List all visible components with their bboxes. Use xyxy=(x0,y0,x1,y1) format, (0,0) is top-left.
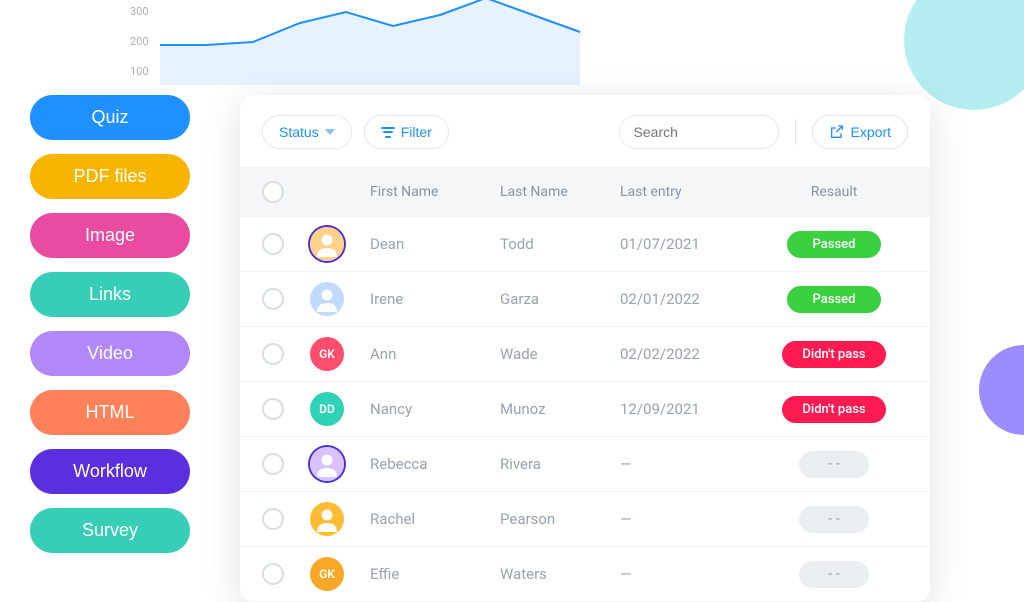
cell-first-name: Nancy xyxy=(370,400,500,418)
filter-label: Filter xyxy=(401,124,432,140)
filter-button[interactable]: Filter xyxy=(364,115,449,149)
row-checkbox[interactable] xyxy=(262,563,284,585)
cell-last-entry: — xyxy=(620,565,760,583)
cell-first-name: Dean xyxy=(370,235,500,253)
chevron-down-icon xyxy=(325,129,335,135)
cell-last-entry: 01/07/2021 xyxy=(620,235,760,253)
export-icon xyxy=(829,124,845,140)
sidebar-item-quiz[interactable]: Quiz xyxy=(30,95,190,140)
table-header: First Name Last Name Last entry Resault xyxy=(240,167,930,217)
th-last-entry: Last entry xyxy=(620,184,760,200)
cell-first-name: Ann xyxy=(370,345,500,363)
cell-first-name: Effie xyxy=(370,565,500,583)
table-row: IreneGarza02/01/2022 Passed xyxy=(240,272,930,327)
result-badge: - - xyxy=(799,451,869,478)
decorative-circle-cyan xyxy=(904,0,1024,110)
avatar xyxy=(310,502,344,536)
table-body: DeanTodd01/07/2021PassedIreneGarza02/01/… xyxy=(240,217,930,602)
sidebar-item-html[interactable]: HTML xyxy=(30,390,190,435)
avatar xyxy=(310,227,344,261)
cell-last-name: Munoz xyxy=(500,400,620,418)
row-checkbox[interactable] xyxy=(262,398,284,420)
cell-last-entry: 02/01/2022 xyxy=(620,290,760,308)
search-input[interactable] xyxy=(634,124,815,140)
cell-last-name: Rivera xyxy=(500,455,620,473)
cell-last-name: Todd xyxy=(500,235,620,253)
th-last-name: Last Name xyxy=(500,184,620,200)
sidebar-item-links[interactable]: Links xyxy=(30,272,190,317)
avatar: DD xyxy=(310,392,344,426)
cell-first-name: Rebecca xyxy=(370,455,500,473)
row-checkbox[interactable] xyxy=(262,288,284,310)
row-checkbox[interactable] xyxy=(262,453,284,475)
row-checkbox[interactable] xyxy=(262,233,284,255)
chart-ytick-200: 200 xyxy=(130,35,149,48)
result-badge: Passed xyxy=(787,231,881,258)
cell-last-name: Pearson xyxy=(500,510,620,528)
th-result: Resault xyxy=(760,184,908,200)
table-row: DeanTodd01/07/2021 Passed xyxy=(240,217,930,272)
result-badge: - - xyxy=(799,506,869,533)
result-badge: Didn't pass xyxy=(782,396,885,423)
status-dropdown[interactable]: Status xyxy=(262,115,352,149)
chart-ytick-100: 100 xyxy=(130,65,149,78)
table-row: RachelPearson— - - xyxy=(240,492,930,547)
result-badge: - - xyxy=(799,561,869,588)
sidebar: Quiz PDF files Image Links Video HTML Workflow… xyxy=(30,95,190,567)
table-row: GK EffieWaters— - - xyxy=(240,547,930,602)
avatar: GK xyxy=(310,337,344,371)
cell-first-name: Rachel xyxy=(370,510,500,528)
cell-last-entry: 02/02/2022 xyxy=(620,345,760,363)
export-label: Export xyxy=(851,124,891,140)
row-checkbox[interactable] xyxy=(262,343,284,365)
chart-area: 300 200 100 xyxy=(130,0,580,90)
cell-first-name: Irene xyxy=(370,290,500,308)
sidebar-item-video[interactable]: Video xyxy=(30,331,190,376)
select-all-checkbox[interactable] xyxy=(262,181,284,203)
row-checkbox[interactable] xyxy=(262,508,284,530)
toolbar-divider xyxy=(795,119,796,145)
avatar xyxy=(310,447,344,481)
main-panel: Status Filter Export xyxy=(240,95,930,602)
sidebar-item-survey[interactable]: Survey xyxy=(30,508,190,553)
result-badge: Passed xyxy=(787,286,881,313)
sidebar-item-image[interactable]: Image xyxy=(30,213,190,258)
cell-last-name: Garza xyxy=(500,290,620,308)
cell-last-entry: — xyxy=(620,510,760,528)
table-row: DD NancyMunoz12/09/2021 Didn't pass xyxy=(240,382,930,437)
toolbar: Status Filter Export xyxy=(240,115,930,167)
table-row: GK AnnWade02/02/2022 Didn't pass xyxy=(240,327,930,382)
chart-line xyxy=(160,0,580,85)
result-badge: Didn't pass xyxy=(782,341,885,368)
cell-last-entry: 12/09/2021 xyxy=(620,400,760,418)
cell-last-name: Wade xyxy=(500,345,620,363)
th-first-name: First Name xyxy=(370,184,500,200)
cell-last-name: Waters xyxy=(500,565,620,583)
filter-icon xyxy=(381,127,395,138)
cell-last-entry: — xyxy=(620,455,760,473)
avatar: GK xyxy=(310,557,344,591)
table-row: RebeccaRivera— - - xyxy=(240,437,930,492)
sidebar-item-workflow[interactable]: Workflow xyxy=(30,449,190,494)
decorative-circle-purple xyxy=(979,345,1024,435)
search-box[interactable] xyxy=(619,115,779,149)
status-label: Status xyxy=(279,124,319,140)
avatar xyxy=(310,282,344,316)
export-button[interactable]: Export xyxy=(812,115,908,149)
results-table: First Name Last Name Last entry Resault … xyxy=(240,167,930,602)
sidebar-item-pdf-files[interactable]: PDF files xyxy=(30,154,190,199)
chart-ytick-300: 300 xyxy=(130,5,149,18)
